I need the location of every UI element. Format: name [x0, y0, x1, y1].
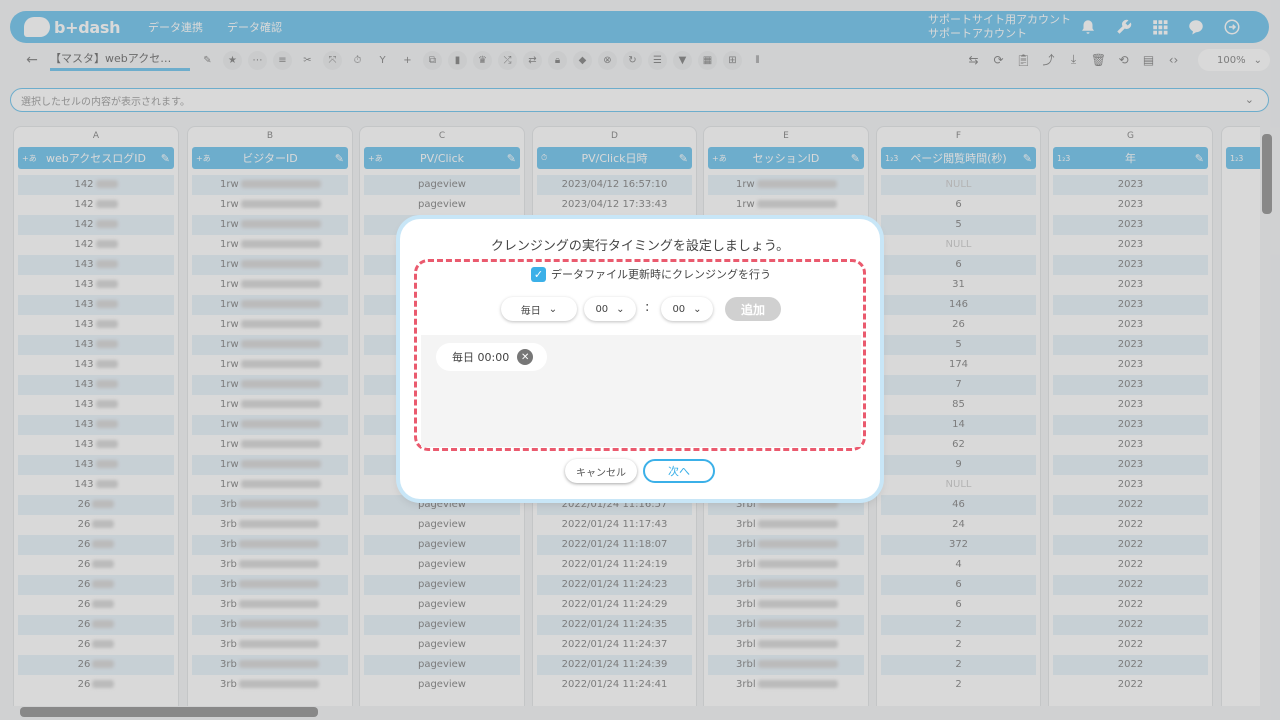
- chevron-down-icon: ⌄: [548, 303, 558, 315]
- checkbox-label: データファイル更新時にクレンジングを行う: [551, 268, 771, 281]
- chevron-down-icon: ⌄: [693, 303, 702, 315]
- checkbox-checked-icon[interactable]: ✓: [531, 266, 546, 282]
- minute-value: 00: [672, 303, 686, 315]
- frequency-select[interactable]: 毎日 ⌄: [501, 297, 577, 321]
- chevron-down-icon: ⌄: [616, 303, 625, 315]
- hour-select[interactable]: 00 ⌄: [584, 297, 636, 321]
- schedule-chip: 毎日 00:00 ✕: [436, 343, 548, 371]
- frequency-value: 毎日: [520, 305, 541, 317]
- update-trigger-checkbox-row[interactable]: ✓ データファイル更新時にクレンジングを行う: [531, 266, 771, 282]
- remove-schedule-icon[interactable]: ✕: [517, 349, 534, 365]
- time-colon: :: [645, 300, 650, 315]
- schedule-chip-label: 毎日 00:00: [452, 351, 510, 364]
- cancel-button[interactable]: キャンセル: [565, 459, 637, 483]
- vertical-scrollbar[interactable]: [1262, 134, 1272, 214]
- horizontal-scrollbar[interactable]: [20, 707, 318, 717]
- next-button[interactable]: 次へ: [643, 459, 715, 483]
- minute-select[interactable]: 00 ⌄: [661, 297, 713, 321]
- cleansing-timing-dialog: クレンジングの実行タイミングを設定しましょう。 ✓ データファイル更新時にクレン…: [400, 219, 880, 499]
- timing-settings-area: ✓ データファイル更新時にクレンジングを行う 毎日 ⌄ 00 ⌄ : 00 ⌄ …: [414, 259, 866, 451]
- add-schedule-button[interactable]: 追加: [725, 297, 781, 321]
- dialog-title: クレンジングの実行タイミングを設定しましょう。: [490, 239, 790, 254]
- hour-value: 00: [595, 303, 609, 315]
- schedule-list: 毎日 00:00 ✕: [421, 335, 861, 447]
